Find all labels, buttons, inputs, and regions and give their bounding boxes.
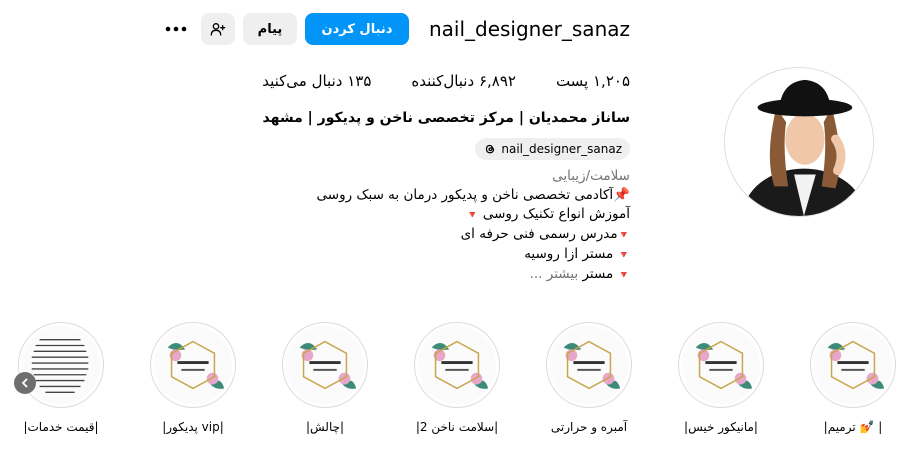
highlight-label: |چالش|: [305, 420, 345, 434]
highlight-cover-icon: [682, 326, 760, 404]
highlight-cover-icon: [154, 326, 232, 404]
chevron-left-icon: [21, 378, 28, 388]
highlight-label: |پدیکور vip|: [162, 420, 224, 434]
bio-line: 🔻 مستر بیشتر ...: [529, 266, 630, 282]
profile-bio: سلامت/زیبایی 📌آکادمی تخصصی ناخن و پدیکور…: [317, 167, 630, 285]
threads-handle: nail_designer_sanaz: [501, 142, 622, 156]
highlight-cover-icon: [418, 326, 496, 404]
threads-icon: [486, 144, 495, 154]
highlight-item[interactable]: |مانیکور خیس|: [676, 322, 766, 434]
followers-count[interactable]: ۶,۸۹۲ دنبال‌کننده: [411, 72, 516, 90]
profile-full-name: ساناز محمدیان | مرکز تخصصی ناخن و پدیکور…: [262, 110, 630, 126]
person-add-icon: [210, 23, 226, 36]
red-triangle-icon: 🔻: [466, 210, 479, 221]
highlight-item[interactable]: |سلامت ناخن 2|: [412, 322, 502, 434]
bio-line: 📌آکادمی تخصصی ناخن و پدیکور درمان به سبک…: [316, 187, 630, 203]
bio-line: 🔻مدرس رسمی فنی حرفه ای: [460, 226, 630, 242]
bio-line: آموزش انواع تکنیک روسی 🔻: [466, 206, 630, 222]
red-triangle-icon: 🔻: [617, 230, 630, 241]
bio-category: سلامت/زیبایی: [552, 168, 630, 184]
more-options-button[interactable]: [159, 13, 193, 45]
story-highlights: |ترمیم 💅 | |مانیکور خیس| آمبره و حرارتی …: [0, 322, 911, 442]
price-list-icon: [22, 326, 100, 404]
highlight-label: |ترمیم 💅 |: [823, 420, 883, 434]
bio-more-link[interactable]: بیشتر ...: [530, 266, 579, 282]
suggested-accounts-button[interactable]: [200, 13, 235, 45]
highlight-label: آمبره و حرارتی: [550, 420, 628, 434]
username: nail_designer_sanaz: [428, 17, 630, 41]
highlight-item[interactable]: |چالش|: [280, 322, 370, 434]
highlight-cover-icon: [550, 326, 628, 404]
highlight-label: |قیمت خدمات|: [23, 420, 99, 434]
highlight-item[interactable]: |پدیکور vip|: [148, 322, 238, 434]
profile-avatar[interactable]: [724, 67, 874, 217]
follow-button[interactable]: دنبال کردن: [304, 13, 409, 45]
bio-line: 🔻 مستر ازا روسیه: [524, 246, 630, 262]
red-triangle-icon: 🔻: [617, 250, 630, 261]
message-button[interactable]: پیام: [242, 13, 297, 45]
highlights-scroll-left-button[interactable]: [14, 372, 36, 394]
highlight-item[interactable]: آمبره و حرارتی: [544, 322, 634, 434]
highlight-label: |مانیکور خیس|: [684, 420, 758, 434]
posts-count: ۱,۲۰۵ پست: [555, 72, 630, 90]
profile-header-actions: nail_designer_sanaz دنبال کردن پیام: [159, 12, 630, 46]
more-horizontal-icon: [165, 26, 187, 32]
red-triangle-icon: 🔻: [617, 270, 630, 281]
profile-stats: ۱,۲۰۵ پست ۶,۸۹۲ دنبال‌کننده ۱۳۵ دنبال می…: [262, 72, 630, 90]
threads-badge[interactable]: nail_designer_sanaz: [475, 138, 630, 160]
following-count[interactable]: ۱۳۵ دنبال می‌کنید: [262, 72, 371, 90]
highlight-cover-icon: [814, 326, 892, 404]
highlight-item[interactable]: |ترمیم 💅 |: [808, 322, 898, 434]
highlight-cover-icon: [286, 326, 364, 404]
highlight-label: |سلامت ناخن 2|: [415, 420, 499, 434]
